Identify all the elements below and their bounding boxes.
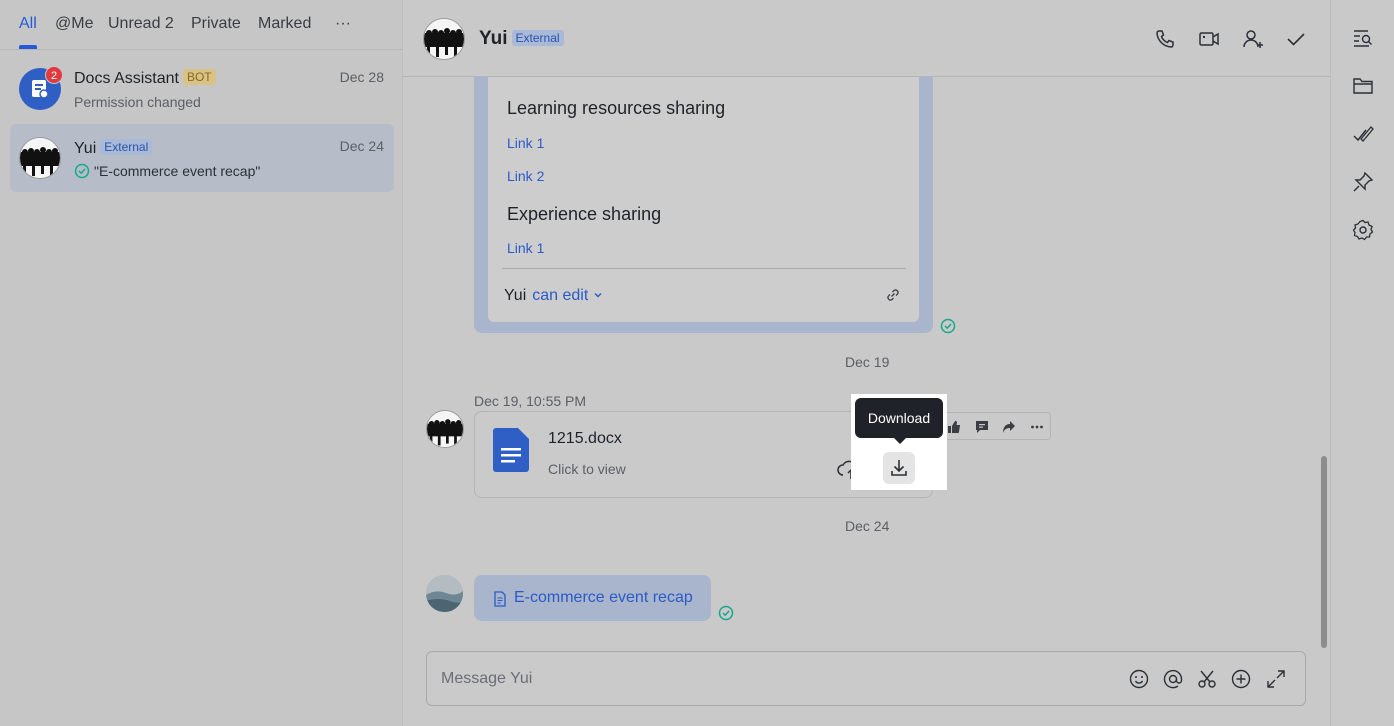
message-timestamp: Dec 19, 10:55 PM bbox=[474, 393, 587, 409]
chat-preview: "E-commerce event recap" bbox=[74, 163, 260, 179]
filter-tabs: All @Me Unread 2 Private Marked ··· bbox=[0, 0, 403, 50]
conversation-panel: Learning resources sharing Link 1 Link 2… bbox=[403, 0, 1330, 726]
chevron-down-icon bbox=[594, 293, 602, 298]
user-avatar[interactable] bbox=[426, 575, 463, 612]
download-tooltip: Download bbox=[855, 398, 943, 438]
read-check-icon bbox=[940, 318, 956, 334]
video-icon[interactable] bbox=[1197, 27, 1221, 51]
perm-level: can edit bbox=[532, 287, 589, 304]
doc-preview-card[interactable]: Learning resources sharing Link 1 Link 2… bbox=[474, 77, 933, 333]
message-action-bar bbox=[943, 412, 1051, 440]
expand-icon[interactable] bbox=[1265, 668, 1287, 690]
tasks-icon[interactable] bbox=[1351, 122, 1375, 146]
mention-icon[interactable] bbox=[1162, 668, 1184, 690]
scrollbar[interactable] bbox=[1321, 456, 1327, 648]
chat-name: Docs Assistant BOT bbox=[74, 69, 216, 88]
document-icon bbox=[494, 591, 506, 607]
docx-file-icon bbox=[493, 428, 529, 472]
file-name: 1215.docx bbox=[548, 430, 622, 447]
tab-more[interactable]: ··· bbox=[335, 15, 351, 33]
external-tag: External bbox=[100, 139, 153, 155]
unread-badge: 2 bbox=[45, 66, 63, 84]
active-tab-indicator bbox=[19, 45, 37, 49]
date-separator: Dec 24 bbox=[845, 518, 890, 534]
perm-user: Yui bbox=[504, 287, 527, 304]
tab-all[interactable]: All bbox=[19, 15, 37, 33]
chat-name: Yui External bbox=[74, 139, 153, 158]
copy-link-icon[interactable] bbox=[884, 286, 902, 304]
chat-title-text: Yui bbox=[479, 28, 508, 49]
tab-private[interactable]: Private bbox=[191, 15, 241, 33]
doc-preview-body: Learning resources sharing Link 1 Link 2… bbox=[488, 77, 919, 322]
chat-header: Yui External bbox=[403, 0, 1330, 77]
message-composer bbox=[426, 651, 1306, 706]
add-icon[interactable] bbox=[1230, 668, 1252, 690]
chat-date: Dec 24 bbox=[339, 138, 384, 154]
permission-dropdown[interactable]: can edit bbox=[532, 287, 603, 304]
doc-heading: Learning resources sharing bbox=[507, 98, 726, 118]
add-member-icon[interactable] bbox=[1241, 27, 1265, 51]
chat-preview: Permission changed bbox=[74, 94, 201, 110]
tab-unread[interactable]: Unread 2 bbox=[108, 15, 174, 33]
message-input[interactable] bbox=[441, 666, 1121, 692]
read-check-icon bbox=[718, 605, 734, 621]
settings-icon[interactable] bbox=[1351, 218, 1375, 242]
doc-link[interactable]: Link 1 bbox=[507, 240, 544, 256]
doc-permission: Yui can edit bbox=[504, 287, 603, 305]
chat-name-text: Yui bbox=[74, 140, 97, 157]
download-icon bbox=[891, 460, 907, 476]
divider bbox=[502, 268, 906, 269]
external-tag: External bbox=[511, 30, 564, 46]
crowd-avatar[interactable] bbox=[426, 410, 464, 448]
search-history-icon[interactable] bbox=[1351, 26, 1375, 50]
reply-icon[interactable] bbox=[970, 415, 994, 439]
pin-icon[interactable] bbox=[1351, 170, 1375, 194]
folder-icon[interactable] bbox=[1351, 74, 1375, 98]
doc-link[interactable]: Link 1 bbox=[507, 135, 544, 151]
chat-preview-text: "E-commerce event recap" bbox=[94, 163, 261, 179]
chat-name-text: Docs Assistant bbox=[74, 70, 179, 87]
download-button[interactable] bbox=[883, 452, 915, 484]
doc-link-title: E-commerce event recap bbox=[514, 589, 693, 606]
click-to-view-link[interactable]: Click to view bbox=[548, 461, 626, 477]
right-toolbar bbox=[1330, 0, 1394, 726]
forward-icon[interactable] bbox=[997, 415, 1021, 439]
date-separator: Dec 19 bbox=[845, 354, 890, 370]
chat-title: Yui External bbox=[479, 28, 564, 50]
chat-item-yui[interactable]: Yui External "E-commerce event recap" Dec… bbox=[10, 124, 394, 192]
scissors-icon[interactable] bbox=[1196, 668, 1218, 690]
tab-marked[interactable]: Marked bbox=[258, 15, 311, 33]
bot-tag: BOT bbox=[182, 69, 216, 85]
crowd-avatar bbox=[19, 137, 61, 179]
chat-item-docs-assistant[interactable]: 2 Docs Assistant BOT Permission changed D… bbox=[10, 56, 394, 124]
doc-link[interactable]: Link 2 bbox=[507, 168, 544, 184]
done-icon[interactable] bbox=[1284, 27, 1308, 51]
chat-date: Dec 28 bbox=[339, 69, 384, 85]
tab-mentions[interactable]: @Me bbox=[55, 15, 93, 33]
read-check-icon bbox=[74, 163, 90, 179]
more-actions-icon[interactable] bbox=[1025, 415, 1049, 439]
doc-link-message[interactable]: E-commerce event recap bbox=[474, 575, 711, 621]
crowd-avatar[interactable] bbox=[423, 18, 465, 60]
doc-heading: Experience sharing bbox=[507, 204, 662, 224]
tooltip-arrow bbox=[893, 437, 907, 444]
phone-icon[interactable] bbox=[1153, 27, 1177, 51]
chat-list-sidebar: All @Me Unread 2 Private Marked ··· 2 Do… bbox=[0, 0, 403, 726]
emoji-icon[interactable] bbox=[1128, 668, 1150, 690]
